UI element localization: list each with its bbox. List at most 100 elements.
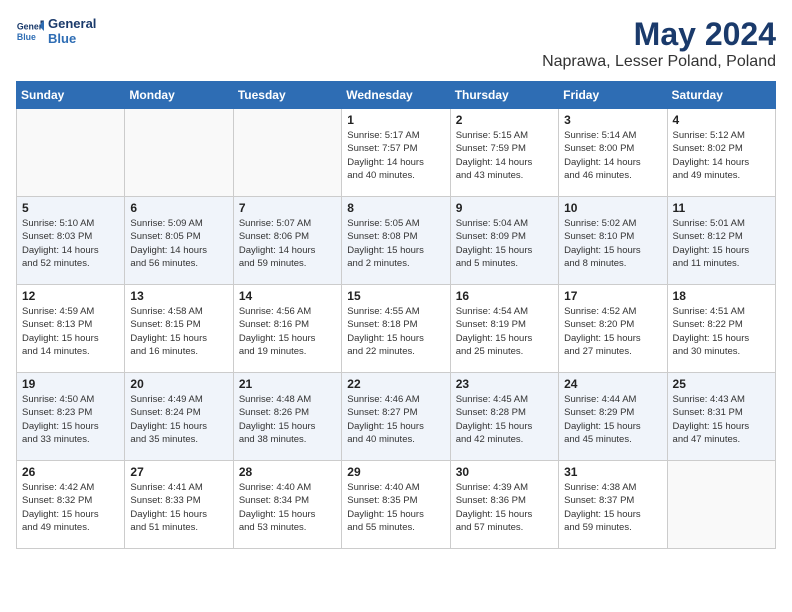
day-info: Sunrise: 4:44 AM Sunset: 8:29 PM Dayligh… xyxy=(564,393,661,446)
header-friday: Friday xyxy=(559,82,667,109)
header-wednesday: Wednesday xyxy=(342,82,450,109)
day-number: 4 xyxy=(673,113,770,127)
day-info: Sunrise: 4:40 AM Sunset: 8:34 PM Dayligh… xyxy=(239,481,336,534)
day-number: 1 xyxy=(347,113,444,127)
calendar-day-8: 8Sunrise: 5:05 AM Sunset: 8:08 PM Daylig… xyxy=(342,197,450,285)
logo-line2: Blue xyxy=(48,31,96,46)
day-number: 25 xyxy=(673,377,770,391)
day-info: Sunrise: 5:14 AM Sunset: 8:00 PM Dayligh… xyxy=(564,129,661,182)
day-number: 22 xyxy=(347,377,444,391)
calendar-subtitle: Naprawa, Lesser Poland, Poland xyxy=(542,53,776,71)
day-number: 30 xyxy=(456,465,553,479)
day-number: 2 xyxy=(456,113,553,127)
day-info: Sunrise: 4:55 AM Sunset: 8:18 PM Dayligh… xyxy=(347,305,444,358)
day-number: 3 xyxy=(564,113,661,127)
day-number: 10 xyxy=(564,201,661,215)
day-info: Sunrise: 4:39 AM Sunset: 8:36 PM Dayligh… xyxy=(456,481,553,534)
calendar-week-row: 19Sunrise: 4:50 AM Sunset: 8:23 PM Dayli… xyxy=(17,373,776,461)
calendar-day-25: 25Sunrise: 4:43 AM Sunset: 8:31 PM Dayli… xyxy=(667,373,775,461)
calendar-day-21: 21Sunrise: 4:48 AM Sunset: 8:26 PM Dayli… xyxy=(233,373,341,461)
calendar-day-28: 28Sunrise: 4:40 AM Sunset: 8:34 PM Dayli… xyxy=(233,461,341,549)
day-number: 7 xyxy=(239,201,336,215)
calendar-day-4: 4Sunrise: 5:12 AM Sunset: 8:02 PM Daylig… xyxy=(667,109,775,197)
calendar-week-row: 1 Sunrise: 5:17 AM Sunset: 7:57 PM Daylig… xyxy=(17,109,776,197)
day-info: Sunrise: 5:10 AM Sunset: 8:03 PM Dayligh… xyxy=(22,217,119,270)
day-info: Sunrise: 4:52 AM Sunset: 8:20 PM Dayligh… xyxy=(564,305,661,358)
day-number: 19 xyxy=(22,377,119,391)
day-info: Sunrise: 5:17 AM Sunset: 7:57 PM Dayligh… xyxy=(347,129,444,182)
calendar-day-16: 16Sunrise: 4:54 AM Sunset: 8:19 PM Dayli… xyxy=(450,285,558,373)
day-info: Sunrise: 4:59 AM Sunset: 8:13 PM Dayligh… xyxy=(22,305,119,358)
logo-line1: General xyxy=(48,16,96,31)
day-info: Sunrise: 4:56 AM Sunset: 8:16 PM Dayligh… xyxy=(239,305,336,358)
title-section: May 2024 Naprawa, Lesser Poland, Poland xyxy=(542,16,776,71)
day-number: 18 xyxy=(673,289,770,303)
header-tuesday: Tuesday xyxy=(233,82,341,109)
svg-text:Blue: Blue xyxy=(17,32,36,42)
calendar-day-1: 1 Sunrise: 5:17 AM Sunset: 7:57 PM Daylig… xyxy=(342,109,450,197)
calendar-day-9: 9Sunrise: 5:04 AM Sunset: 8:09 PM Daylig… xyxy=(450,197,558,285)
calendar-day-7: 7 Sunrise: 5:07 AM Sunset: 8:06 PM Daylig… xyxy=(233,197,341,285)
day-number: 27 xyxy=(130,465,227,479)
calendar-day-6: 6 Sunrise: 5:09 AM Sunset: 8:05 PM Daylig… xyxy=(125,197,233,285)
day-info: Sunrise: 4:46 AM Sunset: 8:27 PM Dayligh… xyxy=(347,393,444,446)
page-header: General Blue General Blue May 2024 Napra… xyxy=(16,16,776,73)
calendar-day-27: 27 Sunrise: 4:41 AM Sunset: 8:33 PM Dayli… xyxy=(125,461,233,549)
day-info: Sunrise: 5:09 AM Sunset: 8:05 PM Dayligh… xyxy=(130,217,227,270)
day-info: Sunrise: 5:04 AM Sunset: 8:09 PM Dayligh… xyxy=(456,217,553,270)
calendar-day-22: 22 Sunrise: 4:46 AM Sunset: 8:27 PM Dayli… xyxy=(342,373,450,461)
calendar-day-29: 29 Sunrise: 4:40 AM Sunset: 8:35 PM Dayli… xyxy=(342,461,450,549)
day-info: Sunrise: 4:40 AM Sunset: 8:35 PM Dayligh… xyxy=(347,481,444,534)
logo-icon: General Blue xyxy=(16,17,44,45)
calendar-day-24: 24 Sunrise: 4:44 AM Sunset: 8:29 PM Dayli… xyxy=(559,373,667,461)
day-number: 14 xyxy=(239,289,336,303)
calendar-day-11: 11 Sunrise: 5:01 AM Sunset: 8:12 PM Dayli… xyxy=(667,197,775,285)
day-number: 24 xyxy=(564,377,661,391)
day-info: Sunrise: 4:41 AM Sunset: 8:33 PM Dayligh… xyxy=(130,481,227,534)
calendar-day-17: 17 Sunrise: 4:52 AM Sunset: 8:20 PM Dayli… xyxy=(559,285,667,373)
day-number: 20 xyxy=(130,377,227,391)
day-info: Sunrise: 5:02 AM Sunset: 8:10 PM Dayligh… xyxy=(564,217,661,270)
day-number: 12 xyxy=(22,289,119,303)
day-info: Sunrise: 5:05 AM Sunset: 8:08 PM Dayligh… xyxy=(347,217,444,270)
day-number: 29 xyxy=(347,465,444,479)
calendar-day-12: 12 Sunrise: 4:59 AM Sunset: 8:13 PM Dayli… xyxy=(17,285,125,373)
day-info: Sunrise: 4:45 AM Sunset: 8:28 PM Dayligh… xyxy=(456,393,553,446)
header-saturday: Saturday xyxy=(667,82,775,109)
calendar-day-18: 18 Sunrise: 4:51 AM Sunset: 8:22 PM Dayli… xyxy=(667,285,775,373)
day-number: 13 xyxy=(130,289,227,303)
day-info: Sunrise: 4:38 AM Sunset: 8:37 PM Dayligh… xyxy=(564,481,661,534)
day-info: Sunrise: 4:48 AM Sunset: 8:26 PM Dayligh… xyxy=(239,393,336,446)
calendar-week-row: 12 Sunrise: 4:59 AM Sunset: 8:13 PM Dayli… xyxy=(17,285,776,373)
calendar-empty-cell xyxy=(17,109,125,197)
calendar-table: SundayMondayTuesdayWednesdayThursdayFrid… xyxy=(16,81,776,549)
calendar-title: May 2024 xyxy=(542,16,776,53)
day-info: Sunrise: 4:51 AM Sunset: 8:22 PM Dayligh… xyxy=(673,305,770,358)
day-number: 5 xyxy=(22,201,119,215)
day-info: Sunrise: 4:42 AM Sunset: 8:32 PM Dayligh… xyxy=(22,481,119,534)
day-number: 15 xyxy=(347,289,444,303)
day-number: 17 xyxy=(564,289,661,303)
calendar-day-23: 23Sunrise: 4:45 AM Sunset: 8:28 PM Dayli… xyxy=(450,373,558,461)
calendar-day-30: 30 Sunrise: 4:39 AM Sunset: 8:36 PM Dayli… xyxy=(450,461,558,549)
calendar-empty-cell xyxy=(233,109,341,197)
day-info: Sunrise: 4:54 AM Sunset: 8:19 PM Dayligh… xyxy=(456,305,553,358)
calendar-day-15: 15 Sunrise: 4:55 AM Sunset: 8:18 PM Dayli… xyxy=(342,285,450,373)
header-monday: Monday xyxy=(125,82,233,109)
calendar-day-20: 20Sunrise: 4:49 AM Sunset: 8:24 PM Dayli… xyxy=(125,373,233,461)
calendar-day-31: 31Sunrise: 4:38 AM Sunset: 8:37 PM Dayli… xyxy=(559,461,667,549)
day-info: Sunrise: 5:15 AM Sunset: 7:59 PM Dayligh… xyxy=(456,129,553,182)
calendar-empty-cell xyxy=(125,109,233,197)
calendar-day-13: 13 Sunrise: 4:58 AM Sunset: 8:15 PM Dayli… xyxy=(125,285,233,373)
calendar-day-14: 14 Sunrise: 4:56 AM Sunset: 8:16 PM Dayli… xyxy=(233,285,341,373)
day-info: Sunrise: 5:07 AM Sunset: 8:06 PM Dayligh… xyxy=(239,217,336,270)
calendar-day-5: 5 Sunrise: 5:10 AM Sunset: 8:03 PM Daylig… xyxy=(17,197,125,285)
day-info: Sunrise: 5:01 AM Sunset: 8:12 PM Dayligh… xyxy=(673,217,770,270)
header-thursday: Thursday xyxy=(450,82,558,109)
calendar-day-3: 3 Sunrise: 5:14 AM Sunset: 8:00 PM Daylig… xyxy=(559,109,667,197)
day-number: 11 xyxy=(673,201,770,215)
svg-text:General: General xyxy=(17,21,44,31)
day-number: 6 xyxy=(130,201,227,215)
calendar-empty-cell xyxy=(667,461,775,549)
day-info: Sunrise: 4:58 AM Sunset: 8:15 PM Dayligh… xyxy=(130,305,227,358)
